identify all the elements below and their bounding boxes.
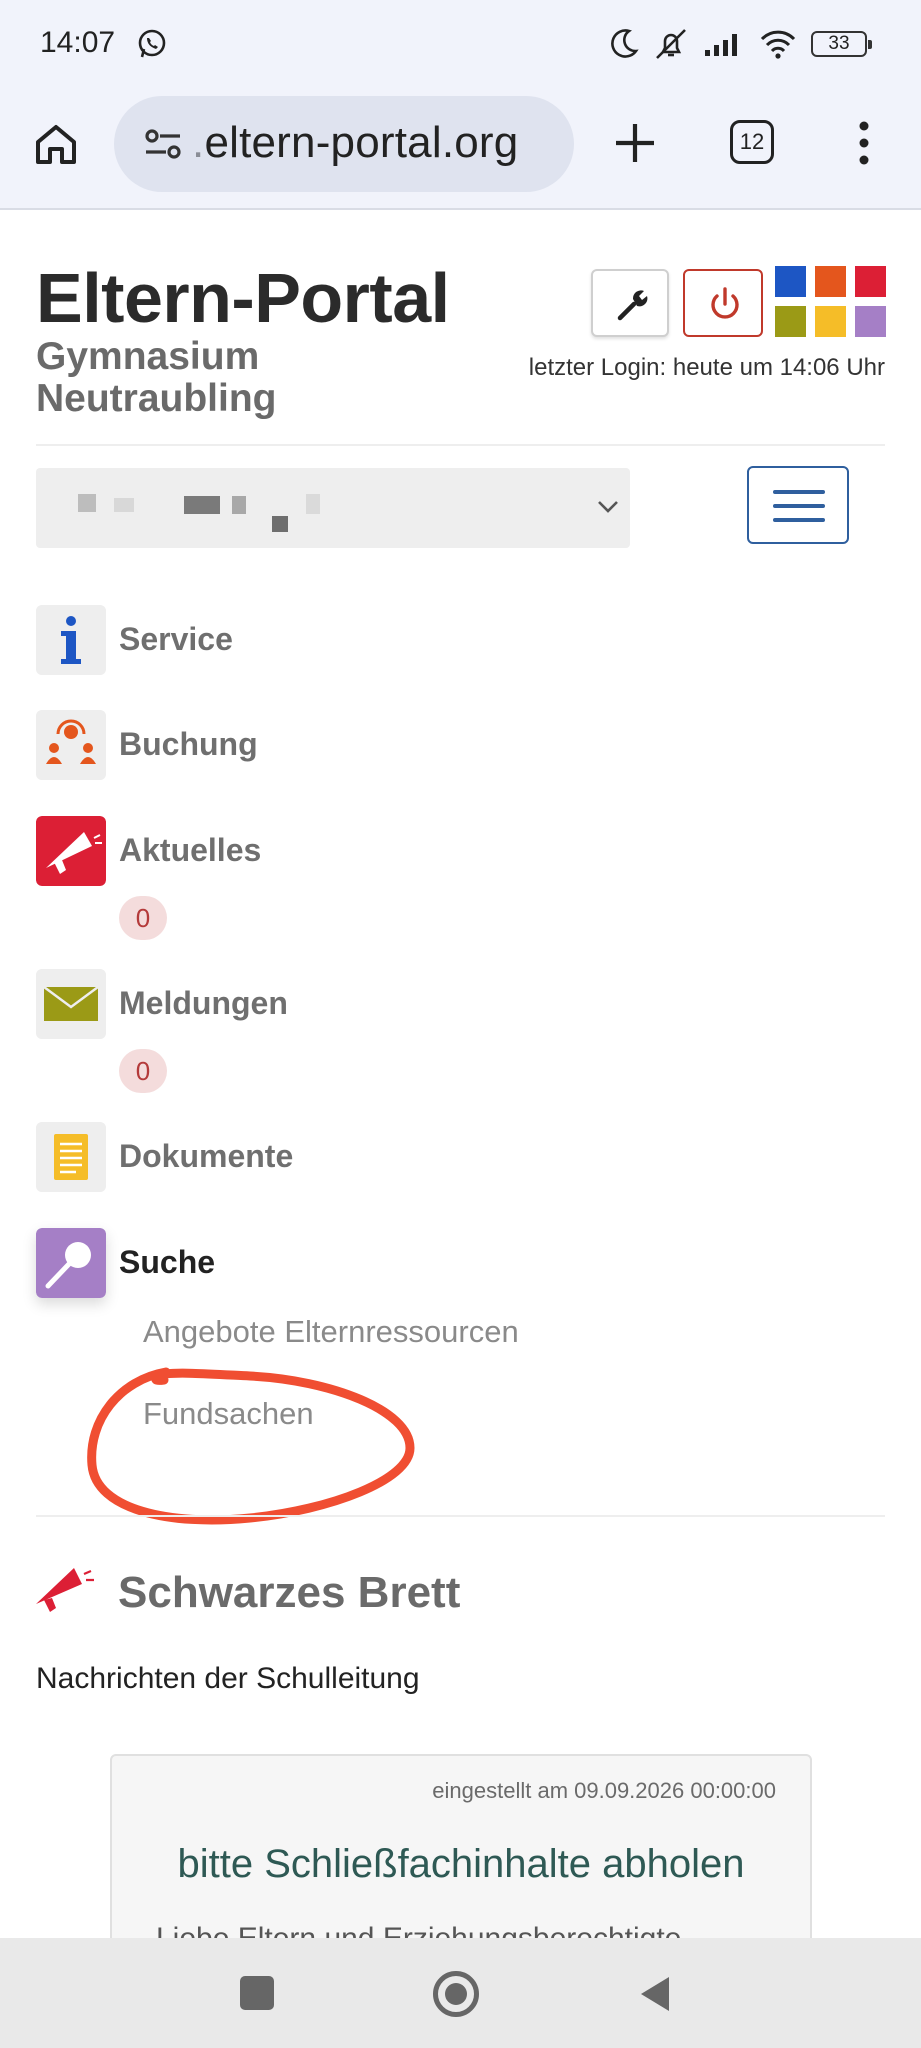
color-swatch-purple[interactable] xyxy=(855,306,886,337)
status-time: 14:07 xyxy=(40,26,116,59)
people-icon xyxy=(36,710,106,780)
url-prefix: . xyxy=(192,118,205,167)
moon-icon xyxy=(611,29,639,58)
site-settings-icon[interactable] xyxy=(144,128,182,160)
child-selector[interactable] xyxy=(36,468,630,548)
nav-item-buchung[interactable]: Buchung xyxy=(36,710,636,780)
color-swatch-olive[interactable] xyxy=(775,306,806,337)
nav-label-meldungen: Meldungen xyxy=(119,985,288,1021)
theme-color-picker xyxy=(775,266,887,338)
color-swatch-yellow[interactable] xyxy=(815,306,846,337)
battery-indicator: 33 xyxy=(811,31,872,57)
school-name: Gymnasium Neutraubling xyxy=(36,335,277,420)
status-bar: 14:07 33 xyxy=(0,0,921,90)
url-domain: eltern-portal.org xyxy=(204,118,519,167)
nav-item-aktuelles[interactable]: Aktuelles 0 xyxy=(36,816,636,946)
nav-item-suche[interactable]: Suche xyxy=(36,1228,636,1298)
chevron-down-icon xyxy=(598,501,618,513)
recent-apps-button[interactable] xyxy=(240,1976,274,2010)
redacted-text xyxy=(78,494,96,512)
color-swatch-red[interactable] xyxy=(855,266,886,297)
home-button[interactable] xyxy=(433,1971,479,2017)
new-tab-icon[interactable] xyxy=(612,120,658,166)
back-icon[interactable] xyxy=(637,1974,673,2014)
redacted-text xyxy=(272,516,288,532)
redacted-text xyxy=(114,498,134,512)
envelope-icon xyxy=(36,969,106,1039)
browser-toolbar: .eltern-portal.org 12 xyxy=(0,90,921,210)
magnifier-icon xyxy=(36,1228,106,1298)
hand-drawn-circle-annotation xyxy=(87,1367,415,1525)
site-title[interactable]: Eltern-Portal xyxy=(36,258,450,338)
nav-item-meldungen[interactable]: Meldungen 0 xyxy=(36,969,636,1099)
last-login-text: letzter Login: heute um 14:06 Uhr xyxy=(528,354,885,381)
document-icon xyxy=(36,1122,106,1192)
more-menu-icon[interactable] xyxy=(852,118,876,168)
nav-item-dokumente[interactable]: Dokumente xyxy=(36,1122,636,1192)
aktuelles-count-badge: 0 xyxy=(119,896,167,940)
address-bar[interactable]: .eltern-portal.org xyxy=(114,96,574,192)
nav-item-service[interactable]: Service xyxy=(36,605,636,675)
meldungen-count-badge: 0 xyxy=(119,1049,167,1093)
news-title: bitte Schließfachinhalte abholen xyxy=(177,1842,745,1886)
board-title: Schwarzes Brett xyxy=(118,1568,461,1617)
color-swatch-orange[interactable] xyxy=(815,266,846,297)
url-text[interactable]: .eltern-portal.org xyxy=(192,118,518,168)
nav-label-buchung: Buchung xyxy=(119,726,258,762)
hamburger-line xyxy=(773,490,825,494)
system-navigation-bar xyxy=(0,1938,921,2048)
wrench-icon xyxy=(617,290,648,321)
home-icon[interactable] xyxy=(30,118,82,170)
tab-switcher-button[interactable]: 12 xyxy=(730,120,774,164)
board-subtitle: Nachrichten der Schulleitung xyxy=(36,1662,420,1695)
wifi-icon xyxy=(760,30,796,59)
megaphone-icon xyxy=(36,816,106,886)
color-swatch-blue[interactable] xyxy=(775,266,806,297)
hamburger-line xyxy=(773,504,825,508)
redacted-text xyxy=(184,496,220,514)
nav-label-service: Service xyxy=(119,621,233,657)
whatsapp-icon xyxy=(138,29,166,58)
signal-icon xyxy=(705,34,737,56)
news-date: eingestellt am 09.09.2026 00:00:00 xyxy=(432,1778,776,1803)
info-icon xyxy=(36,605,106,675)
hamburger-line xyxy=(773,518,825,522)
nav-label-dokumente: Dokumente xyxy=(119,1138,294,1174)
mute-icon xyxy=(656,29,686,59)
header-divider xyxy=(36,444,885,446)
logout-button[interactable] xyxy=(683,269,763,337)
settings-button[interactable] xyxy=(591,269,669,337)
redacted-text xyxy=(232,496,246,514)
section-divider xyxy=(36,1515,885,1517)
power-icon xyxy=(711,287,739,319)
status-icons: 33 xyxy=(609,26,872,62)
nav-label-aktuelles: Aktuelles xyxy=(119,832,262,868)
sub-link-angebote-elternressourcen[interactable]: Angebote Elternressourcen xyxy=(143,1314,519,1350)
menu-toggle-button[interactable] xyxy=(747,466,849,544)
redacted-text xyxy=(306,494,320,514)
megaphone-icon xyxy=(36,1568,94,1612)
nav-label-suche: Suche xyxy=(119,1244,216,1280)
